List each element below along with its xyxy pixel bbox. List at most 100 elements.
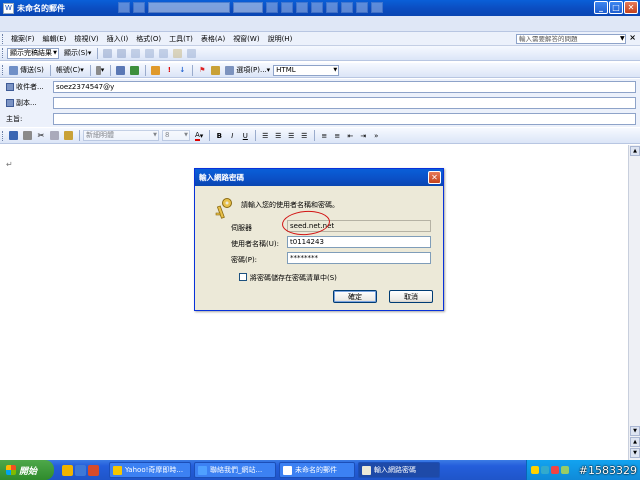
attach-icon[interactable]: ▾ bbox=[94, 64, 107, 76]
numbered-list-icon[interactable]: ≡ bbox=[318, 130, 330, 142]
grip-handle[interactable] bbox=[2, 65, 5, 75]
subject-input[interactable] bbox=[53, 113, 636, 125]
check-names-icon[interactable] bbox=[128, 64, 141, 76]
next-icon[interactable] bbox=[115, 47, 128, 59]
task-untitled-message[interactable]: 未命名的郵件 bbox=[279, 462, 355, 478]
chevron-down-icon: ▼ bbox=[184, 132, 188, 138]
style-combo bbox=[148, 2, 230, 13]
ime-icon[interactable] bbox=[531, 466, 539, 474]
underline-button[interactable]: U bbox=[239, 130, 251, 142]
align-center-icon[interactable]: ☰ bbox=[272, 130, 284, 142]
menu-table[interactable]: 表格(A) bbox=[197, 34, 229, 44]
font-name-combo[interactable]: 新細明體 ▼ bbox=[83, 130, 159, 141]
increase-indent-icon[interactable]: ⇥ bbox=[357, 130, 369, 142]
scroll-down-icon[interactable]: ▼ bbox=[630, 426, 640, 436]
more-buttons-icon[interactable]: » bbox=[370, 130, 382, 142]
flag-icon[interactable]: ⚑ bbox=[196, 64, 208, 76]
send-button[interactable]: 傳送(S) bbox=[7, 64, 46, 76]
maximize-button[interactable]: □ bbox=[609, 1, 623, 14]
folder-icon[interactable] bbox=[62, 464, 73, 476]
toolbar-separator bbox=[209, 130, 211, 141]
window-titlebar[interactable]: W 未命名的郵件 _ □ ✕ bbox=[0, 0, 640, 16]
grip-handle[interactable] bbox=[2, 130, 5, 141]
decrease-indent-icon[interactable]: ⇤ bbox=[344, 130, 356, 142]
menu-format[interactable]: 格式(O) bbox=[132, 34, 165, 44]
reviewing-pane-icon[interactable] bbox=[185, 47, 198, 59]
network-icon[interactable] bbox=[541, 466, 549, 474]
dialog-titlebar[interactable]: 輸入網路密碼 ✕ bbox=[195, 169, 443, 186]
dialog-close-button[interactable]: ✕ bbox=[428, 171, 441, 184]
task-ie-contact[interactable]: 聯絡我們_網站... bbox=[194, 462, 276, 478]
view-mode-combo[interactable]: 顯示完稿結果 ▼ bbox=[7, 47, 59, 59]
reject-icon[interactable] bbox=[157, 47, 170, 59]
save-password-label[interactable]: 將密碼儲存在密碼清單中(S) bbox=[250, 273, 337, 283]
italic-button[interactable]: I bbox=[226, 130, 238, 142]
address-book-icon bbox=[6, 99, 14, 107]
menu-window[interactable]: 視窗(W) bbox=[229, 34, 263, 44]
to-button[interactable]: 收件者... bbox=[0, 82, 52, 92]
to-input[interactable]: soez2374547@y bbox=[53, 81, 636, 93]
next-page-icon[interactable]: ▼ bbox=[630, 448, 640, 458]
menu-tools[interactable]: 工具(T) bbox=[165, 34, 197, 44]
menu-edit[interactable]: 編輯(E) bbox=[39, 34, 71, 44]
menu-view[interactable]: 檢視(V) bbox=[70, 34, 102, 44]
document-close-icon[interactable]: × bbox=[629, 33, 636, 42]
help-search-input[interactable]: 輸入需要解答的問題 bbox=[516, 34, 626, 44]
importance-high-icon[interactable]: ! bbox=[163, 64, 175, 76]
chevron-down-icon[interactable]: ▼ bbox=[620, 35, 625, 42]
accept-icon[interactable] bbox=[143, 47, 156, 59]
copy-icon[interactable] bbox=[48, 130, 61, 142]
cancel-button[interactable]: 取消 bbox=[389, 290, 433, 303]
minimize-button[interactable]: _ bbox=[594, 1, 608, 14]
task-network-password[interactable]: 輸入網路密碼 bbox=[358, 462, 440, 478]
antivirus-icon[interactable] bbox=[551, 466, 559, 474]
grip-handle[interactable] bbox=[2, 33, 5, 44]
show-button[interactable]: 顯示(S) ▾ bbox=[62, 47, 93, 59]
justify-icon[interactable]: ☰ bbox=[298, 130, 310, 142]
outlook-icon[interactable] bbox=[75, 464, 86, 476]
copy-icon bbox=[133, 2, 145, 13]
chevron-down-icon: ▼ bbox=[333, 66, 338, 73]
username-input[interactable]: t0114243 bbox=[287, 236, 431, 248]
mail-toolbar: 傳送(S) 帳號(C) ▾ ▾ ! ↓ ⚑ 選項(P)... ▾ HTML ▼ bbox=[0, 63, 640, 78]
permission-icon[interactable] bbox=[209, 64, 222, 76]
password-input[interactable]: ******** bbox=[287, 252, 431, 264]
align-left-icon[interactable]: ☰ bbox=[259, 130, 271, 142]
bullet-list-icon[interactable]: ≡ bbox=[331, 130, 343, 142]
account-button[interactable]: 帳號(C) ▾ bbox=[54, 64, 86, 76]
menu-bar: 檔案(F) 編輯(E) 檢視(V) 插入(I) 格式(O) 工具(T) 表格(A… bbox=[0, 32, 640, 46]
task-yahoo-messenger[interactable]: Yahoo!奇摩即時... bbox=[109, 462, 191, 478]
cc-input[interactable] bbox=[53, 97, 636, 109]
scroll-up-icon[interactable]: ▲ bbox=[630, 146, 640, 156]
powerpoint-icon[interactable] bbox=[88, 464, 99, 476]
close-button[interactable]: ✕ bbox=[624, 1, 638, 14]
menu-file[interactable]: 檔案(F) bbox=[7, 34, 39, 44]
save-icon[interactable] bbox=[7, 130, 20, 142]
options-button[interactable]: 選項(P)... ▾ bbox=[223, 64, 272, 76]
paste-icon[interactable] bbox=[62, 130, 75, 142]
menu-insert[interactable]: 插入(I) bbox=[103, 34, 133, 44]
prev-page-icon[interactable]: ▲ bbox=[630, 437, 640, 447]
vertical-scrollbar[interactable]: ▲ ▼ ▲ ▼ bbox=[628, 145, 640, 460]
importance-low-icon[interactable]: ↓ bbox=[176, 64, 188, 76]
comment-icon[interactable] bbox=[171, 47, 184, 59]
cut-icon[interactable]: ✂ bbox=[35, 130, 47, 142]
cc-button[interactable]: 副本... bbox=[0, 98, 52, 108]
track-icon[interactable] bbox=[129, 47, 142, 59]
address-book-icon[interactable] bbox=[114, 64, 127, 76]
grip-handle[interactable] bbox=[2, 48, 5, 58]
cut-icon bbox=[118, 2, 130, 13]
bold-button[interactable]: B bbox=[213, 130, 225, 142]
menu-help[interactable]: 說明(H) bbox=[264, 34, 297, 44]
font-size-combo[interactable]: 8 ▼ bbox=[162, 130, 190, 141]
ok-button[interactable]: 確定 bbox=[333, 290, 377, 303]
align-right-icon[interactable]: ☰ bbox=[285, 130, 297, 142]
save-password-checkbox[interactable] bbox=[239, 273, 247, 281]
volume-icon[interactable] bbox=[561, 466, 569, 474]
mail-format-combo[interactable]: HTML ▼ bbox=[273, 64, 340, 76]
prev-icon[interactable] bbox=[101, 47, 114, 59]
print-icon[interactable] bbox=[21, 130, 34, 142]
signature-icon[interactable] bbox=[149, 64, 162, 76]
font-color-icon[interactable]: A ▾ bbox=[193, 130, 205, 142]
start-button[interactable]: 開始 bbox=[0, 460, 54, 480]
